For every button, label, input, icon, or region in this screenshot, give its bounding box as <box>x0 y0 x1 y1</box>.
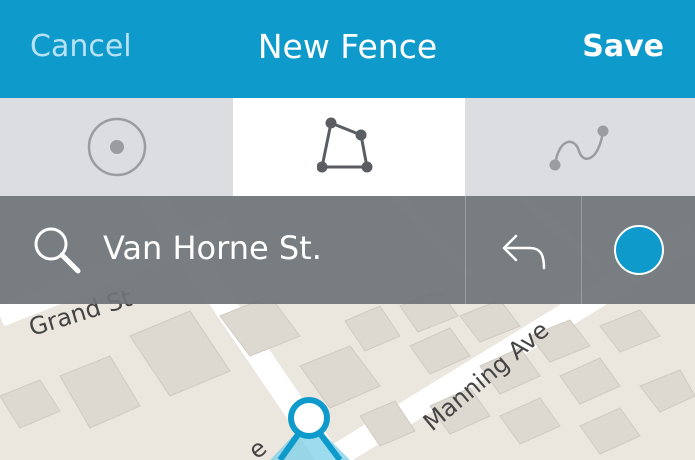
tab-polygon[interactable] <box>233 98 465 196</box>
undo-button[interactable] <box>466 196 581 304</box>
tab-circle[interactable] <box>0 98 233 196</box>
color-picker-button[interactable] <box>582 196 695 304</box>
save-button[interactable]: Save <box>582 29 664 64</box>
fence-type-tabs <box>0 98 695 196</box>
undo-icon <box>502 234 545 270</box>
search-icon <box>34 227 81 274</box>
nav-bar: Cancel New Fence Save <box>0 0 695 98</box>
tab-route[interactable] <box>465 98 695 196</box>
fence-toolbar: Van Horne St. <box>0 196 695 304</box>
circle-fence-icon <box>87 117 146 177</box>
fence-vertex-handle[interactable] <box>288 397 330 439</box>
polygon-fence-icon <box>317 117 373 173</box>
route-fence-icon <box>549 125 609 171</box>
search-value: Van Horne St. <box>103 229 322 267</box>
color-swatch <box>613 225 664 275</box>
search-input[interactable]: Van Horne St. <box>0 196 465 304</box>
